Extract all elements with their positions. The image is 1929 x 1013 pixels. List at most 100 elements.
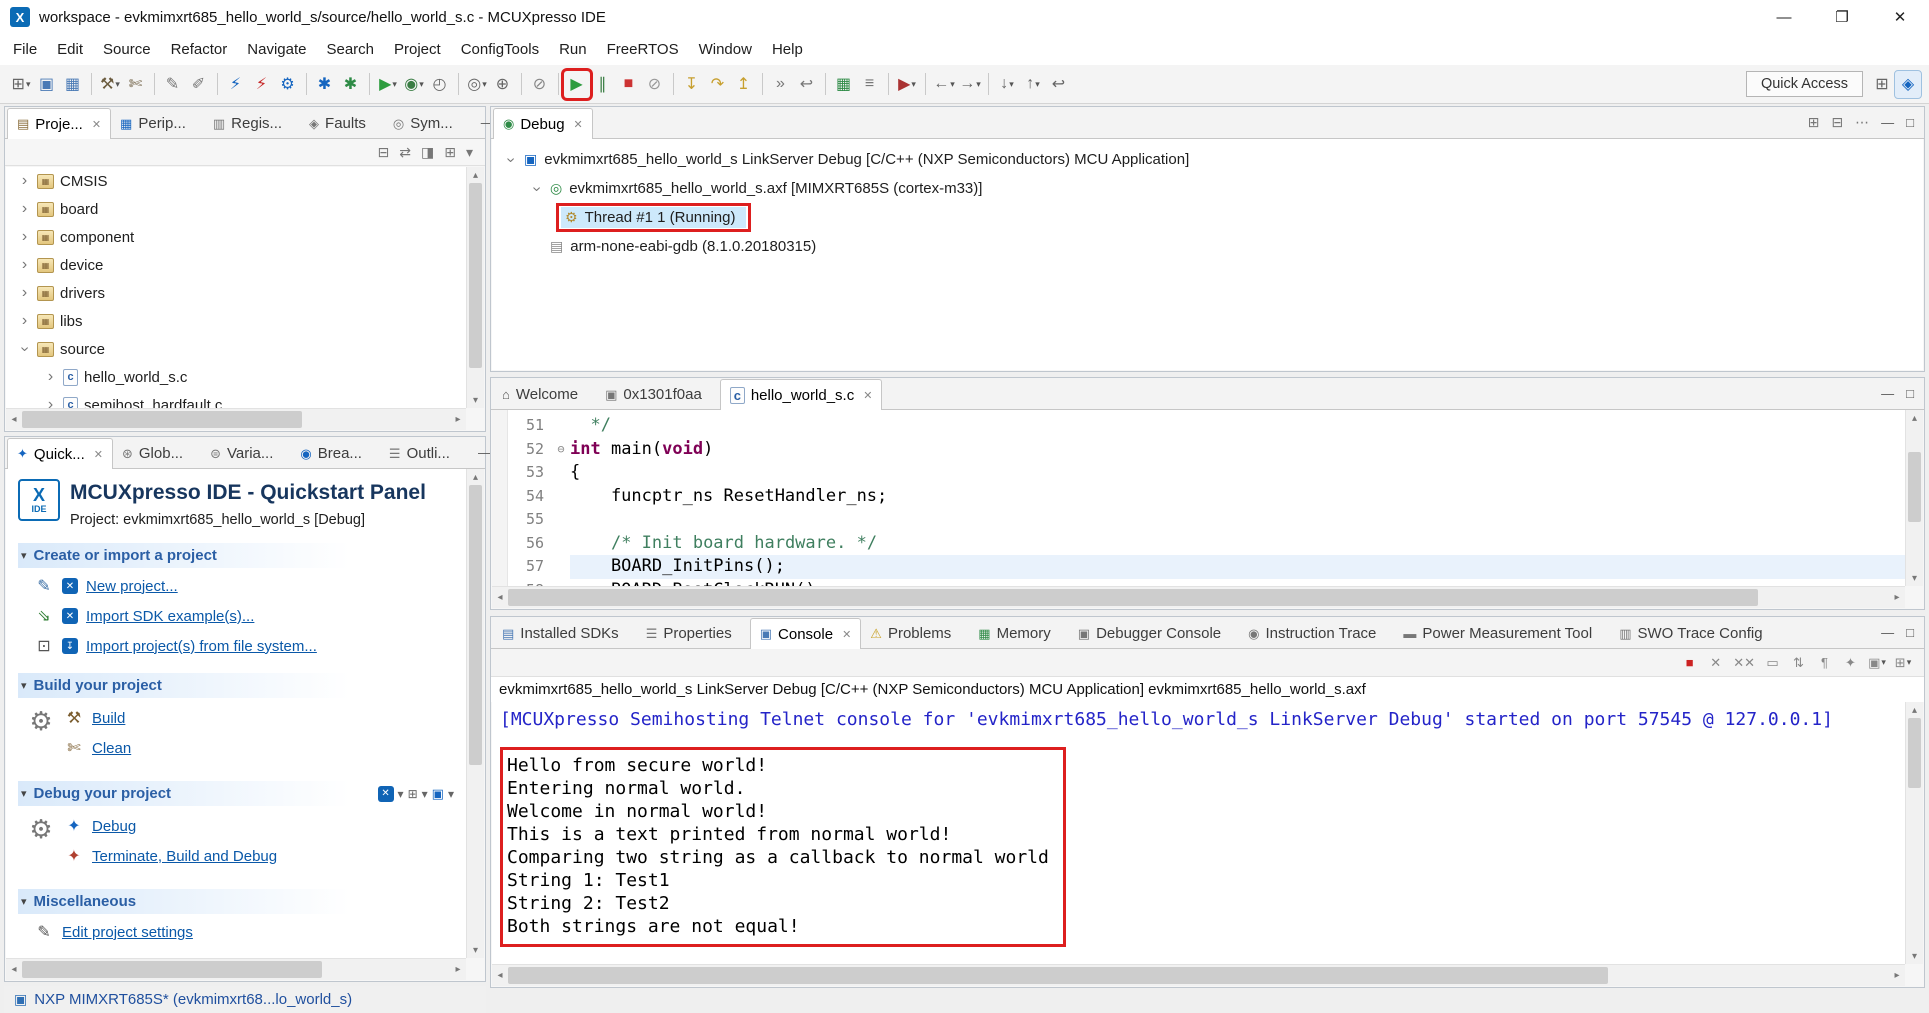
- tab-project-explorer[interactable]: ▤ Proje... ✕: [7, 108, 111, 139]
- maximize-panel-icon[interactable]: □: [1906, 115, 1914, 130]
- debug-link[interactable]: Debug: [92, 818, 136, 835]
- tab-symbols[interactable]: ◎ Sym...: [384, 109, 471, 138]
- scrollbar-thumb[interactable]: [22, 411, 302, 428]
- menu-item[interactable]: ConfigTools: [451, 36, 549, 63]
- section-collapse-icon[interactable]: ▾: [21, 679, 27, 692]
- project-tree-hscrollbar[interactable]: ◂ ▸: [6, 408, 466, 430]
- scroll-up-icon[interactable]: ▴: [1906, 410, 1923, 426]
- search-button[interactable]: ◎ ▾: [464, 71, 490, 98]
- step-return-button[interactable]: ↥: [731, 71, 757, 98]
- tree-item[interactable]: › ▦ CMSIS: [6, 167, 466, 195]
- open-console-icon[interactable]: ⊞ ▾: [1892, 652, 1914, 674]
- import-sdk-examples-link[interactable]: Import SDK example(s)...: [86, 608, 254, 625]
- expand-arrow-icon[interactable]: ›: [18, 172, 31, 190]
- tab-properties[interactable]: ☰ Properties: [637, 619, 750, 648]
- expand-arrow-icon[interactable]: ›: [18, 284, 31, 302]
- tab-faults[interactable]: ◈ Faults: [300, 109, 384, 138]
- tree-item[interactable]: › c semihost_hardfault.c: [6, 391, 466, 408]
- tab-instruction-trace[interactable]: ◉ Instruction Trace: [1239, 619, 1394, 648]
- scrollbar-thumb[interactable]: [22, 961, 322, 978]
- clean-link[interactable]: Clean: [92, 740, 131, 757]
- tab-0x1301f0aa[interactable]: ▣ 0x1301f0aa: [596, 380, 720, 409]
- tab-hello-world-s-c[interactable]: c hello_world_s.c ✕: [720, 379, 883, 410]
- step-over-button[interactable]: ↷: [705, 71, 731, 98]
- scrollbar-thumb[interactable]: [469, 485, 482, 765]
- menu-item[interactable]: Search: [316, 36, 384, 63]
- tab-memory[interactable]: ▦ Memory: [969, 619, 1068, 648]
- scroll-left-icon[interactable]: ◂: [492, 965, 508, 986]
- expand-arrow-icon[interactable]: ›: [528, 182, 546, 195]
- gui-flash-tool-button[interactable]: ⚙: [275, 71, 301, 98]
- tab-registers[interactable]: ▥ Regis...: [204, 109, 300, 138]
- scroll-down-icon[interactable]: ▾: [467, 942, 484, 958]
- scroll-up-icon[interactable]: ▴: [467, 167, 484, 183]
- tab-outline[interactable]: ☰ Outli...: [380, 439, 468, 468]
- collapse-all-icon[interactable]: ⊟: [1831, 114, 1843, 131]
- tab-variables[interactable]: ⊜ Varia...: [201, 439, 291, 468]
- close-tab-icon[interactable]: ✕: [92, 118, 101, 131]
- suspend-button[interactable]: ∥: [590, 71, 616, 98]
- new-project-link[interactable]: New project...: [86, 578, 178, 595]
- minimize-panel-icon[interactable]: —: [1881, 115, 1894, 130]
- tab-quickstart[interactable]: ✦ Quick... ✕: [7, 438, 113, 469]
- close-tab-icon[interactable]: ✕: [574, 118, 583, 131]
- disconnect-button[interactable]: ⊘: [642, 71, 668, 98]
- run-button[interactable]: ▶ ▾: [375, 71, 401, 98]
- scroll-left-icon[interactable]: ◂: [492, 587, 508, 608]
- program-flash-button[interactable]: ⚡: [223, 71, 249, 98]
- attach-shortcut-icon[interactable]: ⊞: [408, 787, 418, 801]
- tree-item[interactable]: › c hello_world_s.c: [6, 363, 466, 391]
- project-tree-vscrollbar[interactable]: ▴ ▾: [466, 167, 484, 408]
- remove-all-launches-icon[interactable]: ✕✕: [1731, 652, 1758, 674]
- console-vscrollbar[interactable]: ▴ ▾: [1905, 702, 1923, 964]
- menu-item[interactable]: FreeRTOS: [597, 36, 689, 63]
- tree-item[interactable]: › ▦ board: [6, 195, 466, 223]
- menu-item[interactable]: File: [3, 36, 47, 63]
- word-wrap-icon[interactable]: ¶: [1814, 652, 1836, 674]
- tab-debug[interactable]: ◉ Debug ✕: [493, 108, 593, 139]
- menu-item[interactable]: Edit: [47, 36, 93, 63]
- menu-item[interactable]: Help: [762, 36, 813, 63]
- remove-launch-icon[interactable]: ✕: [1705, 652, 1727, 674]
- erase-flash-button[interactable]: ⚡: [249, 71, 275, 98]
- scrollbar-thumb[interactable]: [469, 183, 482, 368]
- annotation-ruler[interactable]: [492, 410, 508, 586]
- tab-breakpoints[interactable]: ◉ Brea...: [291, 439, 380, 468]
- menu-item[interactable]: Source: [93, 36, 161, 63]
- save-all-button[interactable]: ▦: [60, 71, 86, 98]
- scroll-right-icon[interactable]: ▸: [1889, 965, 1905, 986]
- minimize-panel-icon[interactable]: —: [478, 445, 491, 460]
- terminate-build-debug-link[interactable]: Terminate, Build and Debug: [92, 848, 277, 865]
- build-link[interactable]: Build: [92, 710, 125, 727]
- dropdown-icon[interactable]: ▾: [398, 787, 404, 801]
- new-button[interactable]: ⊞ ▾: [8, 71, 34, 98]
- tab-global-variables[interactable]: ⊛ Glob...: [113, 439, 201, 468]
- maximize-panel-icon[interactable]: □: [1906, 386, 1914, 401]
- clean-button[interactable]: ✄: [123, 71, 149, 98]
- external-tools-button[interactable]: ▶ ▾: [894, 71, 920, 98]
- sketch-button[interactable]: ✎: [160, 71, 186, 98]
- view-menu-icon[interactable]: ⋯: [1855, 114, 1869, 131]
- debug-thread-row[interactable]: ⚙ Thread #1 1 (Running): [492, 203, 1923, 232]
- forward-button[interactable]: → ▾: [957, 71, 983, 98]
- section-create-or-import[interactable]: ▾ Create or import a project: [18, 543, 460, 568]
- dropdown-icon[interactable]: ▾: [422, 787, 428, 801]
- close-window-button[interactable]: ✕: [1871, 0, 1929, 34]
- view-menu-icon[interactable]: ▾: [466, 144, 473, 161]
- expand-arrow-icon[interactable]: ›: [16, 343, 34, 356]
- scroll-left-icon[interactable]: ◂: [6, 409, 22, 430]
- previous-annotation-button[interactable]: ↑ ▾: [1020, 71, 1046, 98]
- code-area[interactable]: 51 */ 52 ⊖ int main(void) 53 { 54 funcpt…: [508, 410, 1905, 586]
- tab-peripherals[interactable]: ▦ Perip...: [111, 109, 204, 138]
- section-collapse-icon[interactable]: ▾: [21, 895, 27, 908]
- section-debug-your-project[interactable]: ▾ Debug your project ✕▾⊞▾▣▾: [18, 781, 460, 806]
- console-hscrollbar[interactable]: ◂ ▸: [492, 964, 1905, 986]
- last-edit-location-button[interactable]: ↩: [1046, 71, 1072, 98]
- expand-arrow-icon[interactable]: ›: [18, 228, 31, 246]
- quick-access-button[interactable]: Quick Access: [1746, 71, 1863, 97]
- menu-item[interactable]: Refactor: [161, 36, 238, 63]
- minimize-panel-icon[interactable]: —: [1881, 386, 1894, 401]
- scrollbar-thumb[interactable]: [1908, 452, 1921, 522]
- menu-item[interactable]: Run: [549, 36, 597, 63]
- build-button[interactable]: ⚒ ▾: [97, 71, 123, 98]
